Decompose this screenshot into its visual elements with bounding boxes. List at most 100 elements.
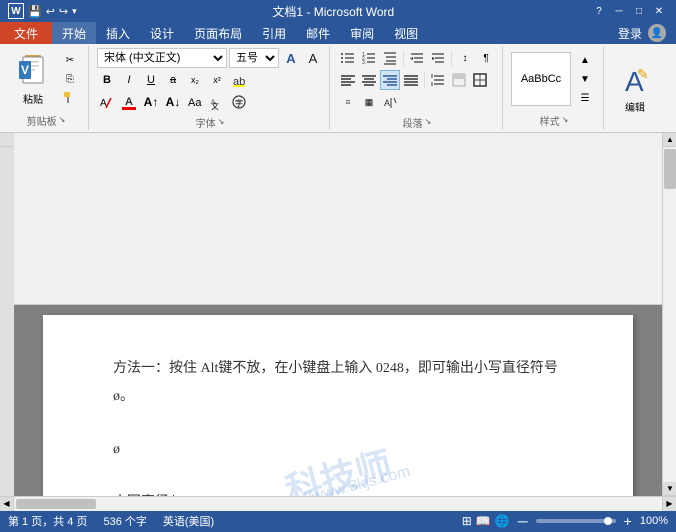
redo-icon[interactable]: ↪ [59,5,68,18]
shading-button[interactable] [449,70,469,90]
styles-label: 样式 [540,111,560,128]
ruler-top [14,133,662,305]
scroll-left-arrow[interactable]: ◀ [0,497,14,511]
font-name-select[interactable]: 宋体 (中文正文) [97,48,227,68]
window-title: 文档1 - Microsoft Word [77,3,590,20]
paragraph-expander[interactable]: ↘ [425,117,432,126]
text-direction-button[interactable]: A [380,92,400,112]
zoom-plus[interactable]: + [624,513,632,529]
title-bar-left: W 💾 ↩ ↪ ▾ [8,3,77,19]
close-button[interactable]: ✕ [650,3,668,19]
font-size-grow-button[interactable]: A↑ [141,92,161,112]
text-highlight-button[interactable]: ab [229,70,249,90]
column-button[interactable]: ▦ [359,92,379,112]
decrease-indent-button[interactable] [407,48,427,68]
multilevel-list-button[interactable] [380,48,400,68]
insert-menu[interactable]: 插入 [96,22,140,44]
align-left-button[interactable] [338,70,358,90]
document-line1: 方法一：按住 Alt键不放，在小键盘上输入 0248，即可输出小写直径符号 ø。 [113,355,563,411]
align-center-button[interactable] [359,70,379,90]
zoom-thumb[interactable] [604,517,612,525]
save-icon[interactable]: 💾 [28,5,42,18]
increase-indent-button[interactable] [428,48,448,68]
paste-button[interactable]: V 粘贴 [10,49,56,109]
home-menu[interactable]: 开始 [52,22,96,44]
undo-icon[interactable]: ↩ [46,5,55,18]
font-color-button[interactable]: A [119,92,139,112]
scroll-right-arrow[interactable]: ▶ [662,497,676,511]
web-view[interactable]: 🌐 [495,514,510,528]
document-body[interactable]: 科技师 https://www.3kjs.com 方法一：按住 Alt键不放，在… [14,305,662,496]
line-spacing-button[interactable] [428,70,448,90]
sort-button[interactable]: ↕ [455,48,475,68]
font-size-shrink-button[interactable]: A↓ [163,92,183,112]
subscript-button[interactable]: x₂ [185,70,205,90]
styles-more[interactable]: ☰ [573,89,597,107]
document-page[interactable]: 科技师 https://www.3kjs.com 方法一：按住 Alt键不放，在… [43,315,633,496]
underline-button[interactable]: U [141,70,161,90]
user-avatar: 👤 [648,24,666,42]
ribbon: V 粘贴 ✂ ⎘ 剪贴板 ↘ [0,44,676,133]
chinese-layout-button[interactable]: ≡ [338,92,358,112]
page-layout-menu[interactable]: 页面布局 [184,22,252,44]
zoom-minus[interactable]: ─ [518,513,528,529]
show-marks-button[interactable]: ¶ [476,48,496,68]
unordered-list-button[interactable] [338,48,358,68]
align-right-icon [382,72,398,88]
text-effects-button[interactable]: A [303,48,323,68]
svg-text:✎: ✎ [637,66,649,82]
clipboard-expander[interactable]: ↘ [59,115,66,124]
encircle-char-button[interactable]: 字 [229,92,249,112]
minimize-button[interactable]: ─ [610,3,628,19]
edit-button[interactable]: A ✎ 编辑 [612,58,658,118]
references-menu[interactable]: 引用 [252,22,296,44]
styles-preview-box[interactable]: AaBbCc [511,52,571,106]
styles-scroll-up[interactable]: ▲ [573,51,597,69]
ordered-list-button[interactable]: 1. 2. 3. [359,48,379,68]
clear-format-button[interactable]: A [97,92,117,112]
cut-button[interactable]: ✂ [58,51,82,69]
change-case-button[interactable]: Aa [185,92,205,112]
mailings-menu[interactable]: 邮件 [296,22,340,44]
styles-scroll-down[interactable]: ▼ [573,70,597,88]
view-menu[interactable]: 视图 [384,22,428,44]
bold-button[interactable]: B [97,70,117,90]
review-menu[interactable]: 审阅 [340,22,384,44]
encircle-icon: 字 [231,94,247,110]
phonetic-guide-button[interactable]: ā 文 [207,92,227,112]
document-line3-text: 小写直径 [113,495,169,496]
styles-expander[interactable]: ↘ [562,115,569,124]
format-painter-button[interactable] [58,89,82,107]
file-menu[interactable]: 文件 [0,22,52,44]
help-button[interactable]: ? [590,3,608,19]
login-button[interactable]: 登录 👤 [608,22,676,44]
word-art-button[interactable]: A [281,48,301,68]
scroll-thumb[interactable] [664,149,676,189]
print-layout-view[interactable]: ⊞ [462,514,472,528]
align-right-button[interactable] [380,70,400,90]
zoom-level[interactable]: 100% [640,515,668,527]
justify-button[interactable] [401,70,421,90]
scroll-down-arrow[interactable]: ▼ [663,482,676,496]
restore-button[interactable]: □ [630,3,648,19]
italic-button[interactable]: I [119,70,139,90]
scroll-up-arrow[interactable]: ▲ [663,133,676,147]
reading-view[interactable]: 📖 [476,514,491,528]
scroll-track[interactable] [663,147,676,482]
copy-button[interactable]: ⎘ [58,70,82,88]
font-expander[interactable]: ↘ [218,117,225,126]
shading-icon [451,72,467,88]
design-menu[interactable]: 设计 [140,22,184,44]
zoom-slider[interactable] [536,519,616,523]
superscript-button[interactable]: x² [207,70,227,90]
strikethrough-button[interactable]: a [163,70,183,90]
document-line3[interactable]: 小写直径 [113,489,563,496]
borders-button[interactable] [470,70,490,90]
horizontal-scroll-thumb[interactable] [16,499,96,509]
borders-icon [472,72,488,88]
font-size-select[interactable]: 五号 四号 三号 [229,48,279,68]
clipboard-label: 剪贴板 [27,111,57,128]
clipboard-small-buttons: ✂ ⎘ [58,51,82,107]
styles-arrows: ▲ ▼ ☰ [573,51,597,107]
horizontal-scroll-track[interactable] [14,497,662,511]
